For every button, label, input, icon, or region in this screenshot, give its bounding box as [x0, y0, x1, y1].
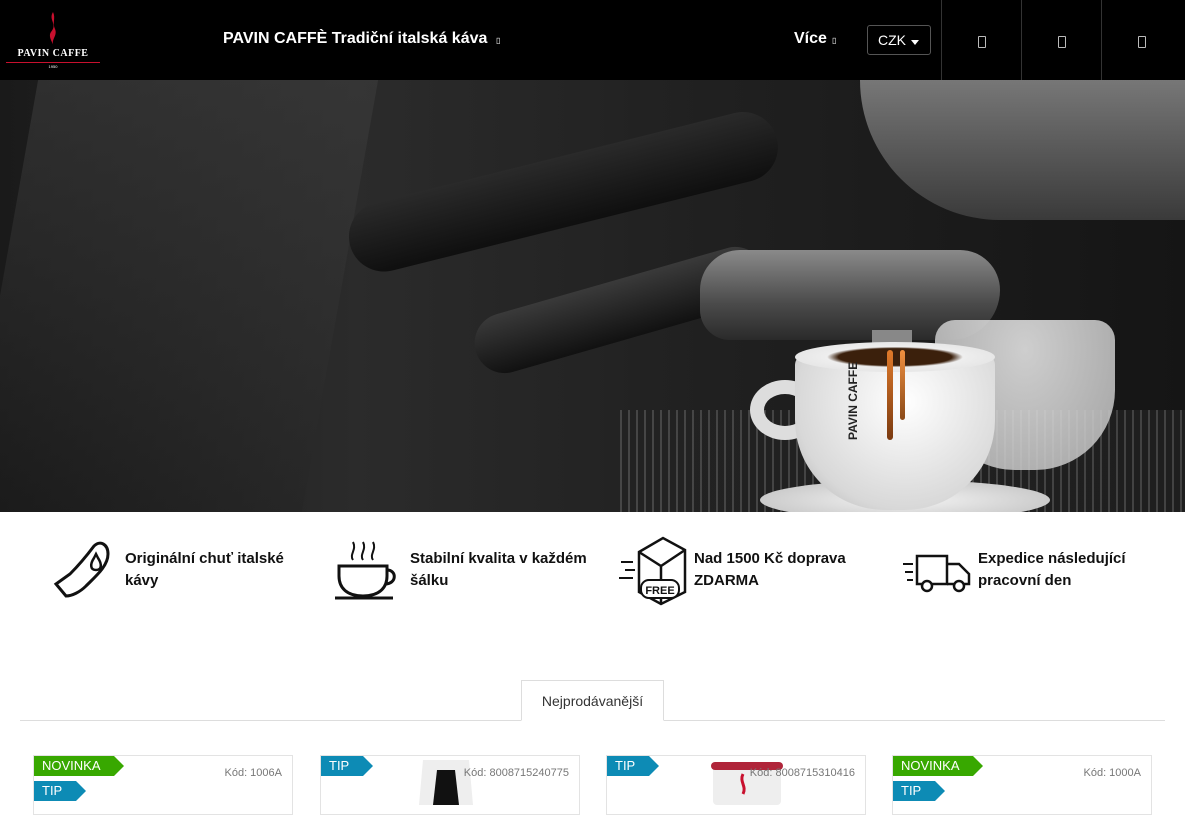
site-header: PAVIN CAFFE 1950 PAVIN CAFFÈ Tradiční it… — [0, 0, 1185, 80]
feature-text: Stabilní kvalita v každém šálku — [410, 550, 587, 589]
flag-new-badge: NOVINKA — [34, 756, 124, 776]
flag-tip-badge: TIP — [607, 756, 659, 776]
logo-year: 1950 — [48, 64, 58, 69]
cup-rim — [795, 342, 995, 372]
product-card[interactable]: TIP Kód: 8008715240775 — [320, 755, 580, 815]
chevron-down-icon: ▯ — [832, 36, 837, 45]
delivery-truck-icon — [903, 554, 971, 593]
nav-home-link[interactable]: PAVIN CAFFÈ Tradiční italská káva — [223, 30, 487, 48]
coffee-stream — [900, 350, 905, 420]
flag-tip-badge: TIP — [34, 781, 86, 801]
hand-drop-icon — [53, 541, 110, 598]
cup-brand-text: PAVIN CAFFE — [846, 361, 860, 440]
chevron-down-icon: ▯ — [496, 36, 501, 45]
tab-bestsellers[interactable]: Nejprodávanější — [521, 680, 664, 721]
account-button[interactable] — [1021, 0, 1101, 80]
coffee-stream — [887, 350, 893, 440]
flag-new-badge: NOVINKA — [893, 756, 983, 776]
caret-down-icon — [911, 40, 919, 45]
feature-text: Nad 1500 Kč doprava ZDARMA — [694, 550, 846, 589]
currency-value: CZK — [878, 32, 906, 48]
product-card[interactable]: NOVINKA TIP Kód: 1006A — [33, 755, 293, 815]
hero-background — [0, 80, 379, 512]
espresso-machine-group — [860, 80, 1185, 220]
flame-icon — [49, 12, 56, 46]
cart-icon — [1138, 36, 1146, 48]
product-card[interactable]: TIP Kód: 8008715310416 — [606, 755, 866, 815]
flag-tip-badge: TIP — [321, 756, 373, 776]
flag-tip-badge: TIP — [893, 781, 945, 801]
site-logo[interactable]: PAVIN CAFFE 1950 — [2, 10, 104, 70]
logo-text: PAVIN CAFFE — [17, 48, 89, 59]
logo-underline — [6, 62, 100, 63]
currency-select[interactable]: CZK — [867, 25, 931, 55]
product-code: Kód: 8008715310416 — [749, 767, 855, 779]
search-button[interactable] — [941, 0, 1021, 80]
hero-banner[interactable]: PAVIN CAFFE — [0, 80, 1185, 512]
cart-button[interactable] — [1101, 0, 1181, 80]
product-card[interactable]: NOVINKA TIP Kód: 1000A — [892, 755, 1152, 815]
coffee-cup-icon — [335, 541, 396, 600]
svg-text:FREE: FREE — [645, 585, 674, 597]
product-code: Kód: 1000A — [1083, 767, 1142, 779]
free-shipping-box-icon: FREE — [619, 536, 687, 606]
product-code: Kód: 8008715240775 — [463, 767, 569, 779]
search-icon — [978, 36, 986, 48]
feature-text: Expedice následující pracovní den — [978, 550, 1126, 589]
user-icon — [1058, 36, 1066, 48]
feature-text: Originální chuť italské kávy — [125, 550, 284, 589]
espresso-cup — [795, 355, 995, 510]
product-code: Kód: 1006A — [224, 767, 283, 779]
nav-more-menu[interactable]: Více — [794, 30, 827, 48]
